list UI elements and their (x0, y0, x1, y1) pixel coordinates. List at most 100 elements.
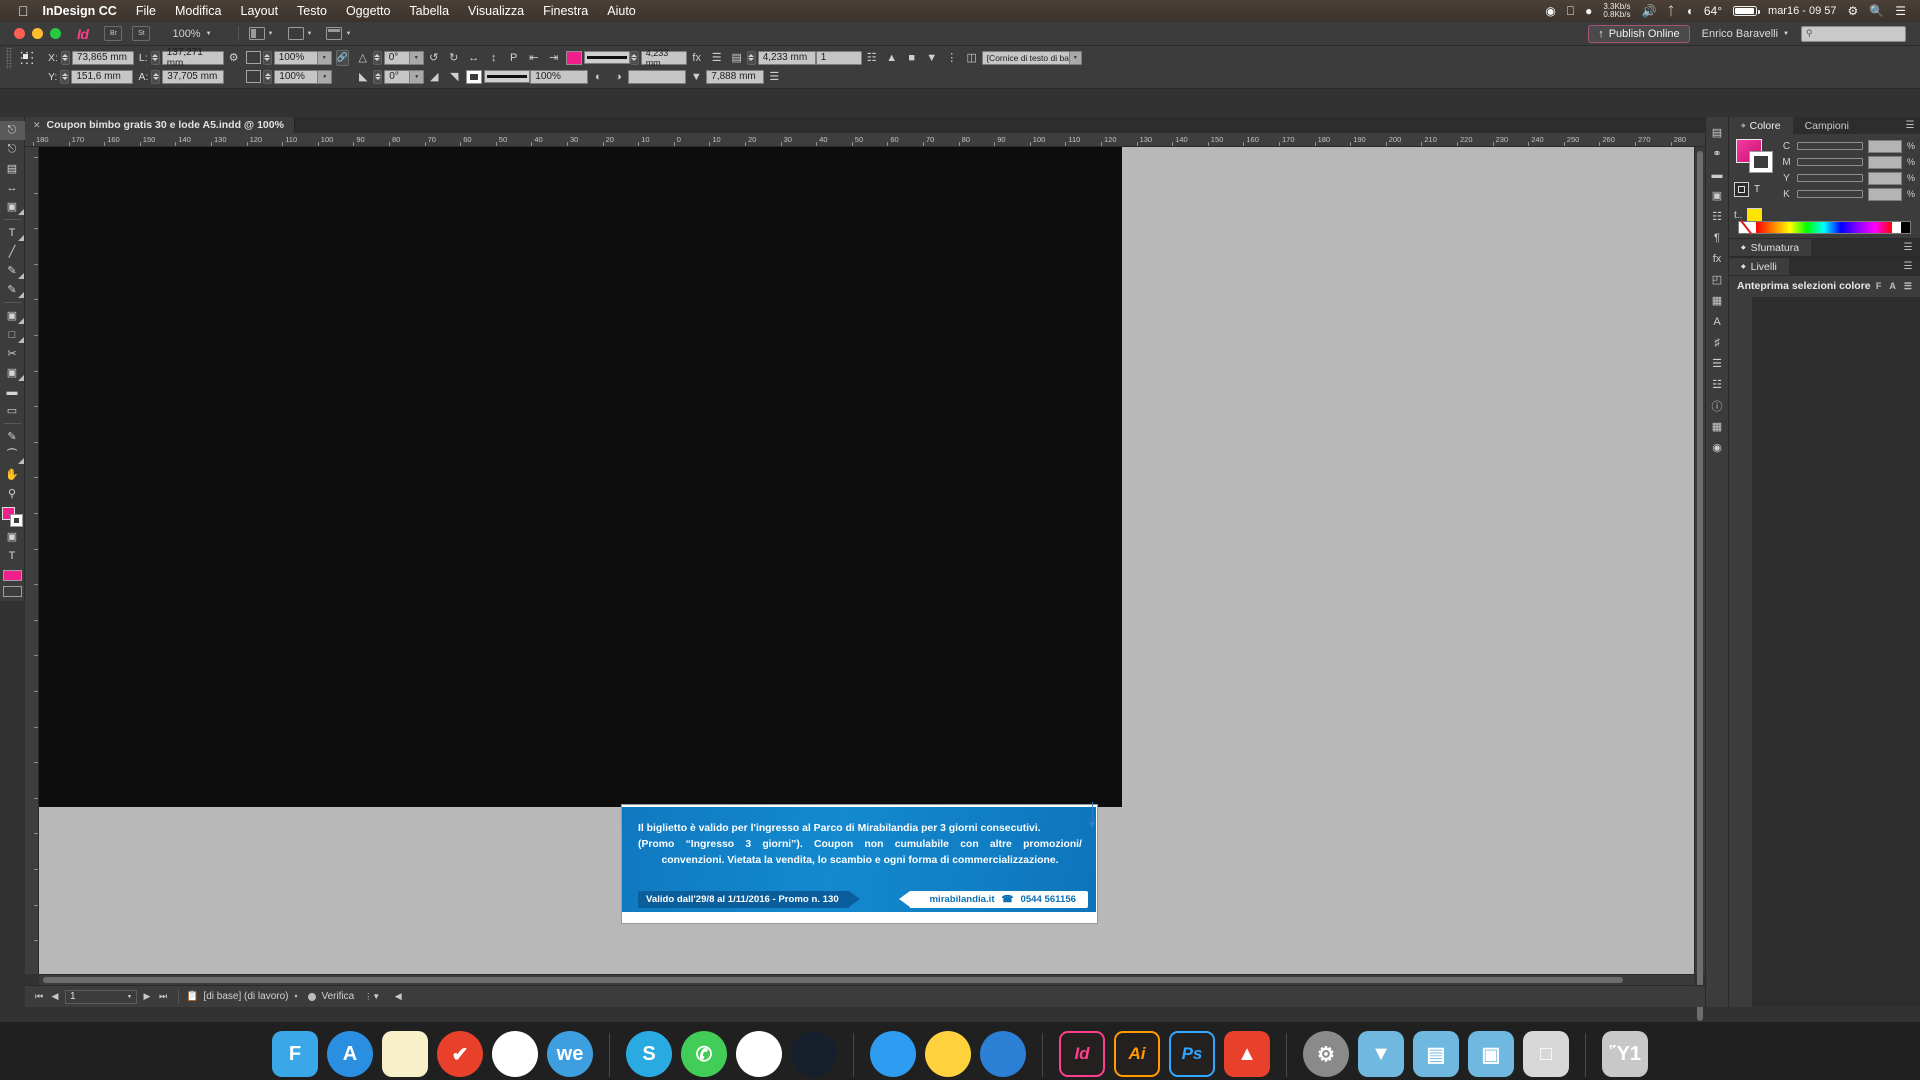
trash-icon[interactable]: Ὕ1 (1602, 1031, 1648, 1077)
chevron-down-icon[interactable]: ▼ (127, 994, 132, 1000)
stroke-weight-stepper[interactable] (629, 50, 639, 65)
text-align-left-button[interactable]: ☰ (709, 50, 725, 65)
dock-item[interactable]: □ (1523, 1031, 1569, 1077)
dock-item[interactable]: ✔ (437, 1031, 483, 1077)
dock-item[interactable]: Id (1059, 1031, 1105, 1077)
rectangle-tool[interactable]: □ (0, 325, 25, 344)
corner-size-field[interactable]: 4,233 mm (757, 50, 816, 65)
flip-vertical-button[interactable]: ↕ (486, 50, 502, 65)
white-black-swatches[interactable] (1892, 222, 1910, 233)
chrome-icon[interactable] (925, 1031, 971, 1077)
w-stepper[interactable] (150, 50, 160, 65)
chevron-down-icon[interactable]: ▼ (316, 51, 331, 64)
view-options-button[interactable]: ▼ (248, 27, 274, 40)
vertical-justify-button[interactable]: ◫ (964, 50, 980, 65)
search-input[interactable]: ⚲ (1801, 25, 1906, 42)
menu-visualizza[interactable]: Visualizza (468, 4, 524, 18)
tab-colore[interactable]: ◆ Colore (1729, 117, 1793, 134)
isolate-blending-icon[interactable]: ◑ (610, 69, 626, 84)
links-icon[interactable]: ⚭ (1706, 143, 1729, 164)
panel-menu-icon[interactable]: ☰ (1904, 281, 1912, 292)
dock-item[interactable]: ✆ (681, 1031, 727, 1077)
stroke-swatch[interactable] (466, 69, 483, 84)
vertical-scrollbar[interactable] (1694, 147, 1705, 1021)
hand-tool[interactable]: ✋ (0, 465, 25, 484)
menu-app-name[interactable]: InDesign CC (43, 4, 117, 18)
x-stepper[interactable] (60, 50, 70, 65)
flip-horizontal-button[interactable]: ↔ (466, 50, 482, 65)
dock-item[interactable] (492, 1031, 538, 1077)
menu-layout[interactable]: Layout (241, 4, 279, 18)
opacity-field[interactable]: 100% (530, 69, 589, 84)
photoshop-icon[interactable]: Ps (1169, 1031, 1215, 1077)
formatting-affects-text-label[interactable]: T (1754, 184, 1760, 195)
chevron-down-icon[interactable]: ▼ (409, 70, 424, 83)
text-frame-options-icon[interactable]: P (506, 50, 522, 65)
system-preferences-icon[interactable]: ⚙ (1303, 1031, 1349, 1077)
dock-item[interactable]: ▣ (1468, 1031, 1514, 1077)
menu-tabella[interactable]: Tabella (409, 4, 449, 18)
wetransfer-icon[interactable]: we (547, 1031, 593, 1077)
library-icon[interactable]: ▦ (1706, 416, 1729, 437)
publish-online-button[interactable]: ↑ Publish Online (1588, 24, 1690, 43)
align-right-edges-button[interactable]: ⇥ (546, 50, 562, 65)
dock-item[interactable] (791, 1031, 837, 1077)
none-color-swatch[interactable] (1739, 222, 1756, 233)
collapse-status-icon[interactable]: ◀ (390, 991, 406, 1002)
wifi-icon[interactable]: ◖ (1686, 4, 1693, 18)
shear-stepper[interactable] (373, 69, 383, 84)
todoist-icon[interactable]: ✔ (437, 1031, 483, 1077)
stroke-type-selector[interactable] (484, 70, 531, 83)
black-image-frame[interactable] (39, 147, 1122, 807)
rotate-stepper[interactable] (372, 50, 382, 65)
rotate-cw-button[interactable]: ↻ (446, 50, 462, 65)
apply-color-button[interactable] (2, 570, 22, 581)
gap-field[interactable] (628, 69, 687, 84)
datetime-label[interactable]: mar16 - 09 57 (1768, 5, 1836, 17)
menu-aiuto[interactable]: Aiuto (607, 4, 636, 18)
chevron-down-icon[interactable]: ▼ (688, 69, 704, 84)
dock-item[interactable]: Ps (1169, 1031, 1215, 1077)
text-wrap-button[interactable]: ▤ (729, 50, 745, 65)
color-icon[interactable]: ▣ (1706, 185, 1729, 206)
text-frame-columns-icon[interactable]: ☰ (766, 69, 782, 84)
chevron-down-icon[interactable]: ▼ (1069, 51, 1081, 64)
swatches-icon[interactable]: ▦ (1706, 290, 1729, 311)
horizontal-scrollbar-thumb[interactable] (43, 977, 1623, 983)
user-account[interactable]: Enrico Baravelli ▼ (1702, 28, 1789, 40)
stroke-color-swatch[interactable] (1749, 151, 1773, 173)
user-icon[interactable]: ● (1585, 4, 1592, 18)
chevron-down-icon[interactable]: ▼ (317, 70, 332, 83)
channel-c-field[interactable] (1868, 139, 1902, 153)
pen-tool[interactable]: ✎ (0, 261, 25, 280)
spotlight-icon[interactable]: 🔍 (1869, 4, 1884, 18)
dock-item[interactable]: Ὕ1 (1602, 1031, 1648, 1077)
dock-item[interactable]: ▤ (1413, 1031, 1459, 1077)
eyedropper-tool[interactable]: ⏜ (0, 446, 25, 465)
gradient-swatch-tool[interactable]: ▬ (0, 382, 25, 401)
blend-mode-icon[interactable]: ◐ (590, 69, 606, 84)
dock-item[interactable]: A (327, 1031, 373, 1077)
stroke-weight-field[interactable]: 4,233 mm (640, 48, 687, 68)
dock-item[interactable] (736, 1031, 782, 1077)
gap-tool[interactable]: ↔ (0, 178, 25, 197)
livelli-panel-header[interactable]: ◆ Livelli ☰ (1729, 257, 1920, 276)
document-canvas[interactable]: Il biglietto è valido per l'ingresso al … (39, 147, 1705, 974)
panel-grip[interactable] (6, 46, 12, 69)
effects-fx-icon[interactable]: fx (689, 50, 705, 65)
shear-right-button[interactable]: ◥ (446, 69, 462, 84)
chevron-down-icon[interactable]: ▼ (294, 994, 299, 1000)
creative-cloud-icon[interactable]: ◉ (1545, 4, 1555, 18)
anteprima-tail-f[interactable]: F (1876, 281, 1882, 291)
notes-icon[interactable] (382, 1031, 428, 1077)
align-bottom-button[interactable]: ▼ (924, 50, 940, 65)
formatting-affects-container-icon[interactable]: ▣ (0, 527, 25, 546)
scale-y-field[interactable]: 100% ▼ (274, 69, 333, 84)
bluetooth-icon[interactable]: ᛏ (1667, 4, 1674, 18)
text-columns-icon[interactable]: ☷ (864, 50, 880, 65)
channel-k-slider[interactable] (1797, 190, 1863, 198)
corner-radius-field[interactable]: 7,888 mm (706, 69, 765, 84)
app-store-icon[interactable]: A (327, 1031, 373, 1077)
master-page-selector[interactable]: 📋 [di base] (di lavoro) ▼ (186, 991, 298, 1002)
free-transform-tool[interactable]: ▣ (0, 363, 25, 382)
